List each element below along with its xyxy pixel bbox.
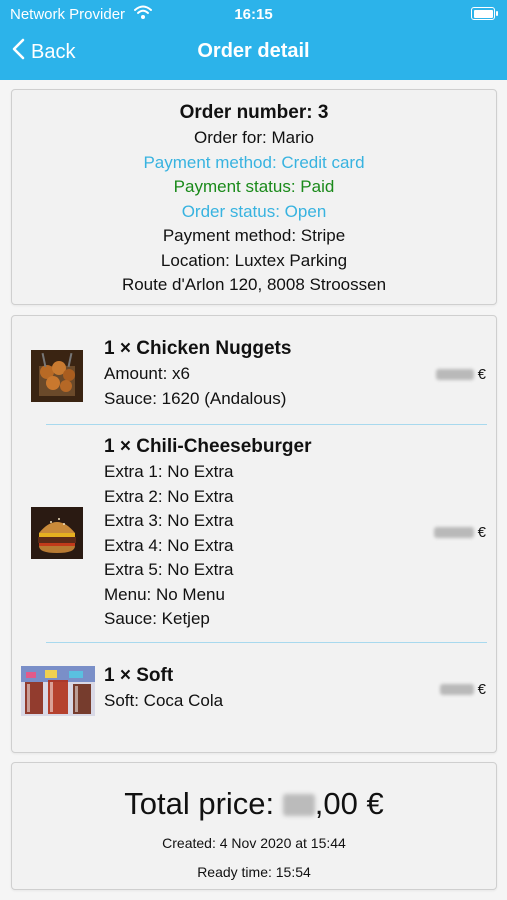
ready-time: Ready time: 15:54: [197, 864, 311, 880]
cheeseburger-image: [31, 507, 83, 559]
blurred-amount: [435, 369, 474, 380]
item-name: 1 × Chicken Nuggets: [104, 338, 292, 359]
location: Location: Luxtex Parking: [160, 250, 348, 270]
item-text: 1 × Chicken Nuggets Amount: x6 Sauce: 16…: [104, 336, 291, 411]
order-status: Order status: Open: [181, 201, 327, 221]
order-number: Order number: 3: [179, 102, 329, 123]
item-name: 1 × Chili-Cheeseburger: [104, 436, 312, 457]
item-detail: Extra 5: No Extra: [104, 560, 234, 579]
total-price: Total price: ,00 €: [12, 785, 496, 823]
order-for: Order for: Mario: [194, 128, 314, 147]
item-price: €: [439, 681, 486, 698]
status-bar: Network Provider 16:15: [0, 0, 507, 28]
navigation-bar: Back Order detail: [0, 30, 507, 74]
total-suffix: ,00 €: [314, 786, 384, 821]
created-time: Created: 4 Nov 2020 at 15:44: [162, 835, 346, 851]
currency-symbol: €: [477, 524, 486, 541]
order-info-card: Order number: 3 Order for: Mario Payment…: [11, 89, 497, 305]
item-name: 1 × Soft: [104, 665, 174, 686]
item-detail: Menu: No Menu: [104, 584, 225, 604]
item-price: €: [433, 524, 486, 541]
blurred-amount: [439, 684, 474, 695]
item-divider: [46, 424, 487, 425]
soft-drinks-image: [21, 666, 95, 716]
item-detail: Soft: Coca Cola: [104, 691, 224, 710]
order-items-card: 1 × Chicken Nuggets Amount: x6 Sauce: 16…: [11, 315, 497, 753]
page-title: Order detail: [197, 40, 310, 62]
blurred-amount: [433, 527, 474, 538]
item-detail: Extra 3: No Extra: [104, 511, 234, 530]
battery-icon: [471, 7, 498, 20]
top-bar: Network Provider 16:15 Back Order detail: [0, 0, 507, 80]
status-time: 16:15: [234, 6, 273, 23]
address: Route d'Arlon 120, 8008 Stroossen: [121, 275, 387, 294]
list-item: 1 × Soft Soft: Coca Cola €: [12, 663, 496, 723]
item-text: 1 × Soft Soft: Coca Cola: [104, 663, 223, 714]
item-price: €: [435, 366, 486, 383]
list-item: 1 × Chili-Cheeseburger Extra 1: No Extra…: [12, 434, 496, 634]
payment-provider: Payment method: Stripe: [162, 226, 346, 245]
item-detail: Extra 4: No Extra: [104, 535, 234, 555]
item-text: 1 × Chili-Cheeseburger Extra 1: No Extra…: [104, 434, 311, 632]
payment-status: Payment status: Paid: [173, 177, 335, 196]
summary-card: Total price: ,00 € Created: 4 Nov 2020 a…: [11, 762, 497, 890]
list-item: 1 × Chicken Nuggets Amount: x6 Sauce: 16…: [12, 336, 496, 426]
total-label: Total price:: [124, 786, 275, 821]
currency-symbol: €: [477, 681, 486, 698]
item-detail: Sauce: Ketjep: [104, 609, 210, 628]
item-detail: Extra 2: No Extra: [104, 486, 234, 506]
blurred-total: [282, 794, 315, 816]
chicken-nuggets-image: [31, 350, 83, 402]
item-detail: Amount: x6: [104, 364, 190, 383]
item-divider: [46, 642, 487, 643]
item-detail: Sauce: 1620 (Andalous): [104, 388, 287, 408]
payment-method: Payment method: Credit card: [143, 152, 365, 172]
currency-symbol: €: [477, 366, 486, 383]
item-detail: Extra 1: No Extra: [104, 462, 234, 481]
